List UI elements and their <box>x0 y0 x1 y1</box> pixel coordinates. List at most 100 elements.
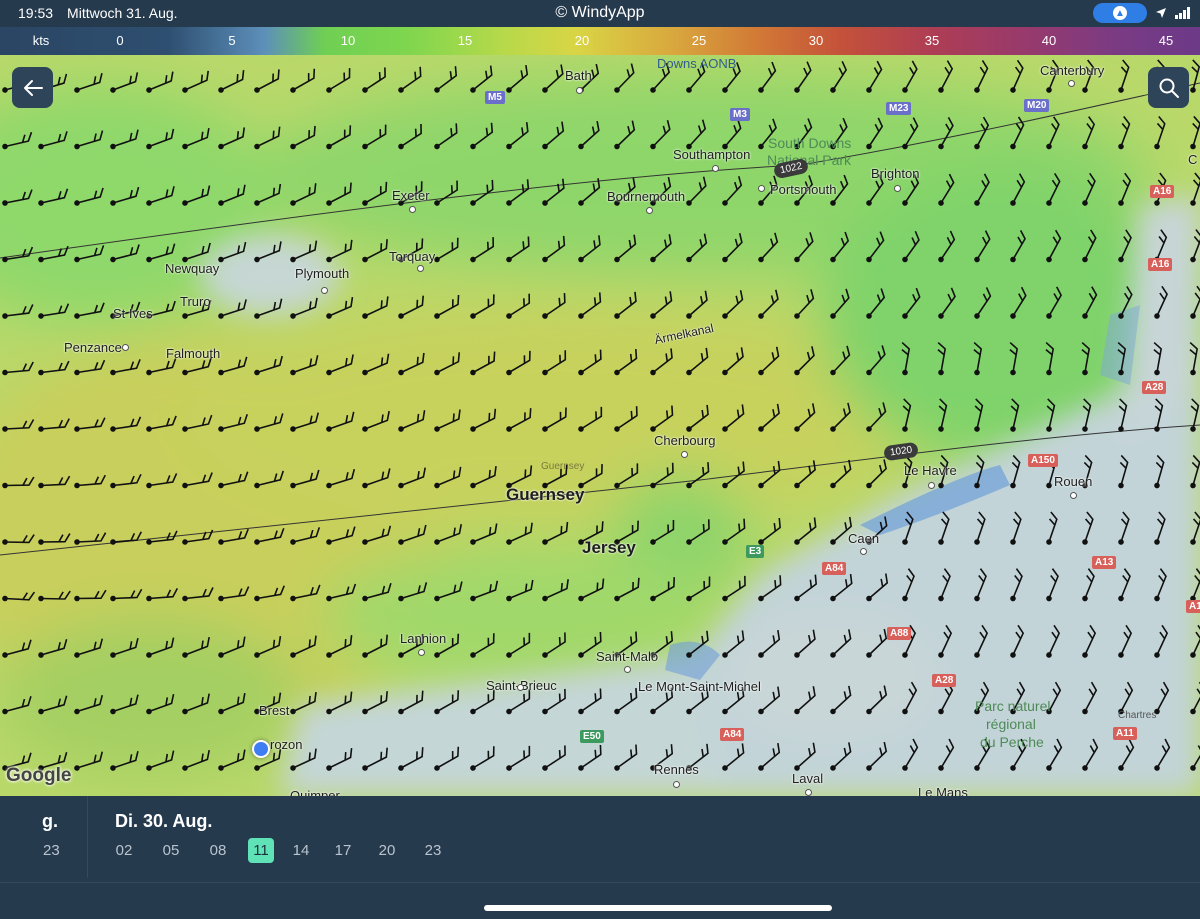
place-bournemouth[interactable]: Bournemouth <box>607 189 685 204</box>
search-icon <box>1159 78 1179 98</box>
road-badge: E50 <box>580 730 604 743</box>
place-dot <box>624 666 631 673</box>
hour-05[interactable]: 05 <box>158 838 184 863</box>
place-plymouth[interactable]: Plymouth <box>295 266 349 281</box>
road-badge: A150 <box>1028 454 1058 467</box>
place-downs-aonb[interactable]: Downs AONB <box>657 56 736 71</box>
arrow-left-icon <box>23 79 43 96</box>
search-button[interactable] <box>1148 67 1189 108</box>
place-brighton[interactable]: Brighton <box>871 166 919 181</box>
place-dot <box>860 548 867 555</box>
place-cherbourg[interactable]: Cherbourg <box>654 433 715 448</box>
place-newquay[interactable]: Newquay <box>165 261 219 276</box>
place-dot <box>894 185 901 192</box>
place-dot <box>758 185 765 192</box>
place-dot <box>646 207 653 214</box>
road-badge: M3 <box>730 108 750 121</box>
place-lannion[interactable]: Lannion <box>400 631 446 646</box>
place-dot <box>1068 80 1075 87</box>
legend-tick: 5 <box>228 33 236 48</box>
legend-tick: 40 <box>1041 33 1057 48</box>
divider <box>0 882 1200 883</box>
place-portsmouth[interactable]: Portsmouth <box>770 182 836 197</box>
place-penzance[interactable]: Penzance <box>64 340 122 355</box>
legend-tick: 45 <box>1158 33 1174 48</box>
place-exeter[interactable]: Exeter <box>392 188 430 203</box>
hour-11[interactable]: 11 <box>248 838 274 863</box>
place-st-ives[interactable]: St Ives <box>113 306 153 321</box>
legend-unit: kts <box>32 33 50 48</box>
place-torquay[interactable]: Torquay <box>389 249 435 264</box>
place-guernsey[interactable]: Guernsey <box>506 485 584 505</box>
place-le-mans[interactable]: Le Mans <box>918 785 968 796</box>
place-dot <box>321 287 328 294</box>
place-dot <box>576 87 583 94</box>
road-badge: A11 <box>1113 727 1137 740</box>
previous-day-hour[interactable]: 23 <box>43 842 60 859</box>
place-dot <box>409 206 416 213</box>
back-button[interactable] <box>12 67 53 108</box>
road-badge: M23 <box>886 102 912 115</box>
legend-tick: 25 <box>691 33 707 48</box>
road-badge: A1 <box>1186 600 1200 613</box>
place-edge[interactable]: C <box>1188 152 1197 167</box>
current-location-marker[interactable] <box>252 740 270 758</box>
place-parc-perche[interactable]: du Perche <box>980 734 1044 750</box>
wind-speed-legend: kts 0 5 10 15 20 25 30 35 40 45 <box>0 27 1200 55</box>
place-falmouth[interactable]: Falmouth <box>166 346 220 361</box>
place-dot <box>681 451 688 458</box>
place-brest[interactable]: Brest <box>259 703 289 718</box>
hour-02[interactable]: 02 <box>111 838 137 863</box>
road-badge: A16 <box>1150 185 1175 198</box>
wind-map[interactable]: Bath Downs AONB Canterbury Southampton S… <box>0 55 1200 796</box>
hour-14[interactable]: 14 <box>288 838 314 863</box>
hour-23[interactable]: 23 <box>420 838 446 863</box>
place-chartres[interactable]: Chartres <box>1118 710 1156 721</box>
road-badge: M5 <box>485 91 505 104</box>
previous-day[interactable]: g. 23 <box>0 796 88 878</box>
place-canterbury[interactable]: Canterbury <box>1040 63 1104 78</box>
place-caen[interactable]: Caen <box>848 531 879 546</box>
navigation-arrow-icon: ▲ <box>1113 6 1127 20</box>
place-dot <box>928 482 935 489</box>
place-laval[interactable]: Laval <box>792 771 823 786</box>
navigation-pill[interactable]: ▲ <box>1093 3 1147 23</box>
place-le-havre[interactable]: Le Havre <box>904 463 957 478</box>
place-crozon[interactable]: rozon <box>270 737 303 752</box>
place-dot <box>517 684 524 691</box>
road-badge: A88 <box>887 627 912 640</box>
hour-17[interactable]: 17 <box>330 838 356 863</box>
legend-tick: 35 <box>924 33 940 48</box>
road-badge: A28 <box>1142 381 1167 394</box>
place-parc-naturel[interactable]: Parc naturel <box>975 698 1050 714</box>
place-quimper[interactable]: Quimper <box>290 788 340 796</box>
road-badge: A84 <box>822 562 847 575</box>
hour-20[interactable]: 20 <box>374 838 400 863</box>
place-truro[interactable]: Truro <box>180 294 211 309</box>
place-dot <box>805 789 812 796</box>
place-south-downs[interactable]: South Downs <box>768 135 851 151</box>
road-badge: A13 <box>1092 556 1117 569</box>
road-badge: A28 <box>932 674 957 687</box>
place-dot <box>712 165 719 172</box>
hour-08[interactable]: 08 <box>205 838 231 863</box>
place-mont-saint-michel[interactable]: Le Mont-Saint-Michel <box>638 679 761 694</box>
legend-tick: 10 <box>340 33 356 48</box>
place-rouen[interactable]: Rouen <box>1054 474 1092 489</box>
place-saint-malo[interactable]: Saint-Malo <box>596 649 658 664</box>
place-dot <box>418 649 425 656</box>
road-badge: E3 <box>746 545 765 558</box>
place-parc-regional[interactable]: régional <box>986 716 1036 732</box>
app-title: © WindyApp <box>555 4 645 21</box>
place-southampton[interactable]: Southampton <box>673 147 750 162</box>
status-bar: 19:53 Mittwoch 31. Aug. © WindyApp ▲ <box>0 0 1200 27</box>
home-indicator[interactable] <box>484 905 832 911</box>
road-badge: A84 <box>720 728 745 741</box>
signal-icon <box>1175 7 1190 19</box>
google-logo: Google <box>6 765 72 786</box>
map-base <box>0 55 1200 796</box>
place-jersey[interactable]: Jersey <box>582 538 636 558</box>
forecast-timeline[interactable]: g. 23 Di. 30. Aug. 02 05 08 11 14 17 20 23 <box>0 796 1200 919</box>
place-rennes[interactable]: Rennes <box>654 762 699 777</box>
place-bath[interactable]: Bath <box>565 68 592 83</box>
